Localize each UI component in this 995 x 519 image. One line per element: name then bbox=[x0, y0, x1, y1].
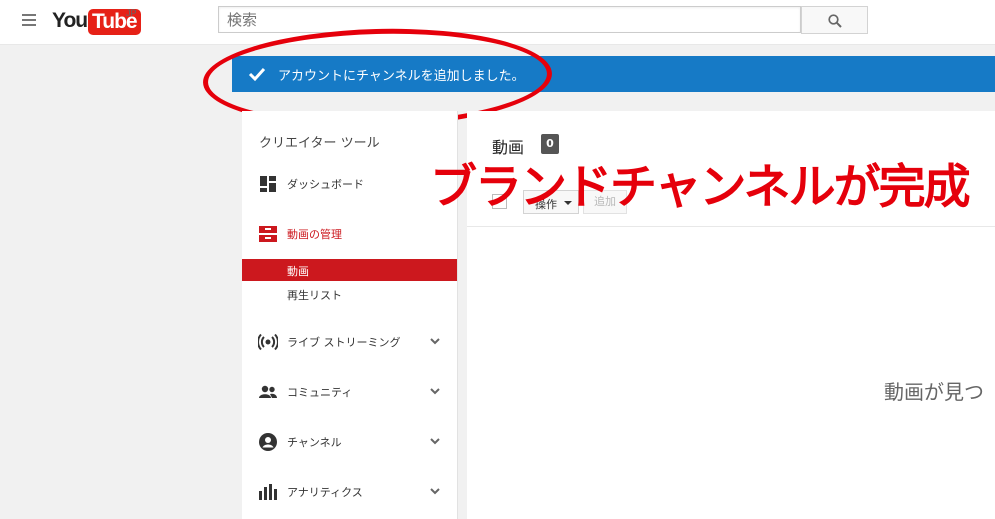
sidebar-item-channel[interactable]: チャンネル bbox=[242, 427, 457, 457]
community-icon bbox=[259, 385, 277, 398]
logo-you-text: You bbox=[52, 9, 88, 32]
live-streaming-icon bbox=[258, 333, 278, 351]
sidebar-item-live-streaming[interactable]: ライブ ストリーミング bbox=[242, 327, 457, 357]
sidebar-item-analytics[interactable]: アナリティクス bbox=[242, 477, 457, 507]
actions-dropdown-button[interactable]: 操作 bbox=[523, 190, 579, 214]
check-icon bbox=[248, 67, 266, 82]
page-title: 動画 bbox=[492, 138, 525, 157]
sidebar-item-community[interactable]: コミュニティ bbox=[242, 377, 457, 407]
chevron-down-icon[interactable] bbox=[429, 485, 441, 497]
search-icon bbox=[828, 14, 842, 28]
channel-icon bbox=[259, 433, 277, 451]
divider bbox=[467, 226, 995, 227]
sidebar-subitem-label: 動画 bbox=[287, 265, 309, 278]
select-all-checkbox[interactable] bbox=[492, 194, 507, 209]
chevron-down-icon[interactable] bbox=[429, 385, 441, 397]
actions-label: 操作 bbox=[535, 198, 557, 211]
chevron-down-icon[interactable] bbox=[429, 435, 441, 447]
search-button[interactable] bbox=[801, 6, 868, 34]
video-list-content: 動画 0 操作 追加 動画が見つ bbox=[467, 111, 995, 519]
chevron-down-icon[interactable] bbox=[429, 335, 441, 347]
notification-message: アカウントにチャンネルを追加しました。 bbox=[278, 69, 525, 84]
sidebar-item-label: 動画の管理 bbox=[287, 228, 342, 241]
empty-state-message: 動画が見つ bbox=[884, 380, 984, 404]
sidebar-subitem-videos[interactable]: 動画 bbox=[242, 259, 457, 281]
analytics-icon bbox=[259, 484, 277, 500]
video-manager-icon bbox=[259, 226, 277, 242]
logo-region-label: JP bbox=[126, 8, 137, 18]
success-notification: アカウントにチャンネルを追加しました。 bbox=[232, 56, 995, 92]
sidebar-item-dashboard[interactable]: ダッシュボード bbox=[242, 169, 457, 199]
video-list-panel: 動画 0 操作 追加 動画が見つ bbox=[467, 111, 995, 519]
sidebar-title: クリエイター ツール bbox=[259, 136, 380, 151]
sidebar-subitem-playlists[interactable]: 再生リスト bbox=[242, 283, 457, 305]
add-to-button[interactable]: 追加 bbox=[583, 190, 627, 214]
video-count-badge: 0 bbox=[541, 134, 559, 154]
sidebar-item-video-manager[interactable]: 動画の管理 bbox=[242, 219, 457, 249]
sidebar-item-label: ダッシュボード bbox=[287, 178, 364, 191]
dashboard-icon bbox=[260, 176, 276, 192]
caret-down-icon bbox=[564, 201, 572, 205]
sidebar-item-label: ライブ ストリーミング bbox=[287, 336, 401, 349]
sidebar-item-label: チャンネル bbox=[287, 436, 342, 449]
sidebar-item-label: アナリティクス bbox=[287, 486, 363, 499]
search-input[interactable] bbox=[218, 6, 801, 33]
creator-studio-sidebar: クリエイター ツール ダッシュボード 動画の管理 動画 再生リスト ライブ スト… bbox=[242, 111, 458, 519]
menu-icon[interactable] bbox=[22, 14, 36, 26]
sidebar-item-label: コミュニティ bbox=[287, 386, 353, 399]
masthead: You Tube JP bbox=[0, 0, 995, 45]
sidebar-subitem-label: 再生リスト bbox=[287, 289, 342, 302]
